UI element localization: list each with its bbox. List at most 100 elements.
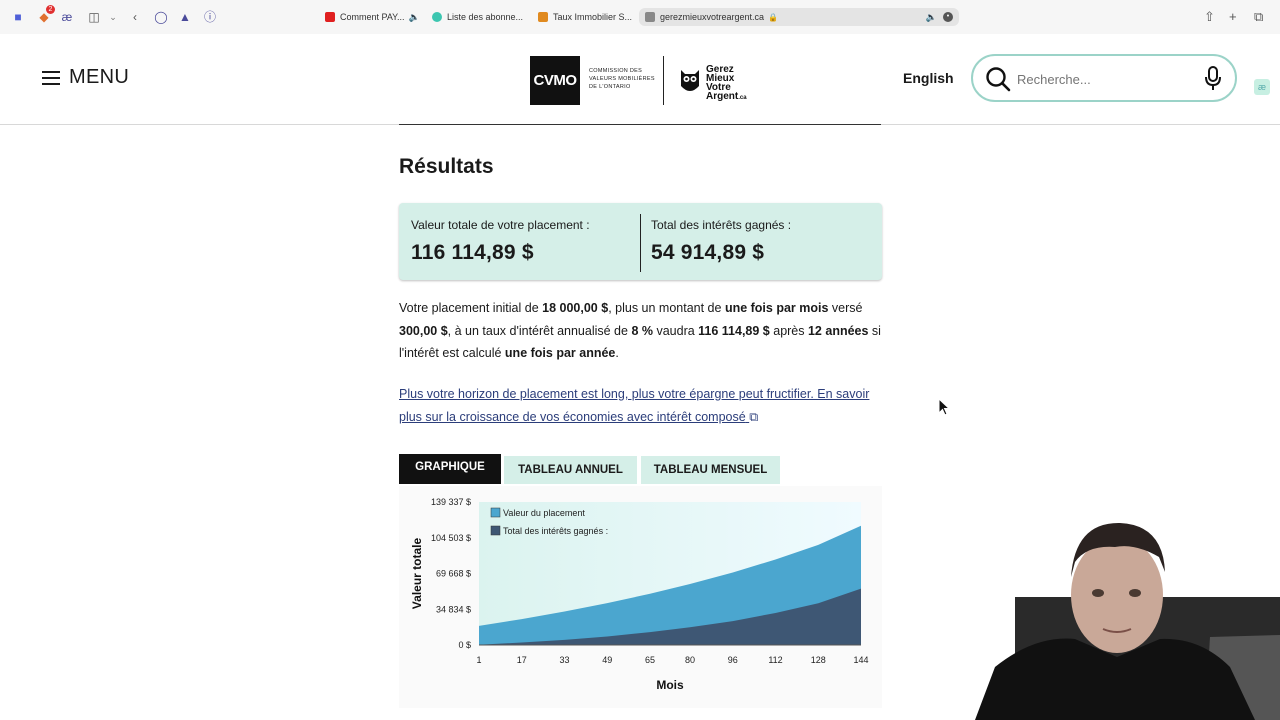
tab-liste-abonnes[interactable]: Liste des abonne...	[432, 8, 523, 26]
browser-toolbar: ■ ◆ 2 æ ◫ ⌄ ‹ ◯ ▲ ⓘ Comment PAY... 🔈 Lis…	[0, 0, 1280, 34]
tab-comment-pay[interactable]: Comment PAY... 🔈	[325, 8, 420, 26]
chevron-down-icon[interactable]: ⌄	[105, 9, 121, 25]
external-link-icon: ⧉	[749, 410, 759, 424]
logo-divider	[663, 56, 664, 105]
ae-extension-icon[interactable]: æ	[59, 9, 75, 25]
y-tick-label: 139 337 $	[431, 497, 471, 507]
mouse-cursor-icon	[938, 398, 950, 416]
summary-text: , à un taux d'intérêt annualisé de	[447, 323, 632, 338]
summary-paragraph: Votre placement initial de 18 000,00 $, …	[399, 297, 884, 365]
summary-compounding: une fois par année	[504, 346, 616, 360]
tab-label: Liste des abonne...	[447, 12, 524, 22]
summary-text: vaudra	[652, 323, 699, 338]
total-value-block: Valeur totale de votre placement : 116 1…	[411, 218, 590, 265]
summary-frequency: une fois par mois	[724, 301, 829, 315]
summary-text: après	[769, 323, 808, 338]
interest-label: Total des intérêts gagnés :	[651, 218, 792, 232]
tab-graphique[interactable]: GRAPHIQUE	[399, 454, 501, 484]
menu-button[interactable]: MENU	[42, 66, 129, 89]
tab-tableau-mensuel[interactable]: TABLEAU MENSUEL	[641, 456, 780, 484]
summary-final: 116 114,89 $	[698, 323, 770, 338]
tab-label: gerezmieuxvotreargent.ca	[660, 12, 765, 22]
owl-logo-icon	[681, 70, 699, 91]
webcam-overlay	[975, 522, 1280, 720]
language-link[interactable]: English	[903, 70, 954, 86]
x-tick-label: 128	[811, 655, 826, 665]
y-axis-label: Valeur totale	[410, 538, 424, 610]
more-icon[interactable]: •	[943, 12, 953, 22]
hamburger-icon	[42, 70, 60, 85]
legend-label: Valeur du placement	[503, 508, 585, 518]
x-tick-label: 96	[728, 655, 738, 665]
chart-svg: 0 $ 34 834 $ 69 668 $ 104 503 $ 139 337 $ 1 17…	[410, 497, 869, 692]
link-text: Plus votre horizon de placement est long…	[399, 387, 870, 424]
results-title: Résultats	[399, 155, 494, 178]
ae-badge[interactable]: æ	[1254, 79, 1270, 95]
summary-contribution: 300,00 $	[399, 323, 448, 338]
x-tick-label: 112	[768, 655, 782, 665]
tab-overview-icon[interactable]: ⧉	[1254, 9, 1263, 25]
house-favicon-icon	[538, 12, 548, 22]
sidebar-toggle-icon[interactable]: ◫	[86, 9, 102, 25]
speaker-icon[interactable]: 🔈	[409, 12, 420, 23]
flask-icon[interactable]: ▲	[177, 9, 193, 25]
summary-initial: 18 000,00 $	[542, 301, 609, 315]
summary-text: , plus un montant de	[608, 301, 725, 315]
total-value-amount: 116 114,89 $	[411, 241, 534, 264]
search-box	[971, 54, 1237, 102]
summary-text: versé	[828, 301, 863, 315]
back-icon[interactable]: ‹	[127, 9, 143, 25]
site-favicon-icon	[432, 12, 442, 22]
cvmo-text-line: COMMISSION DES	[589, 68, 643, 74]
microphone-icon[interactable]	[1204, 66, 1222, 92]
summary-rate: 8 %	[631, 323, 653, 338]
summary-text: .	[615, 346, 619, 360]
site-header: MENU CVMO COMMISSION DES VALEURS MOBILIÈ…	[0, 34, 1280, 125]
x-tick-label: 33	[559, 655, 569, 665]
y-tick-label: 69 668 $	[436, 569, 471, 579]
gmva-line: Argent	[706, 91, 739, 102]
interest-block: Total des intérêts gagnés : 54 914,89 $	[651, 218, 791, 265]
share-icon[interactable]: ⇧	[1204, 9, 1215, 25]
cvmo-logo[interactable]: CVMO	[530, 56, 580, 105]
cvmo-text-line: DE L'ONTARIO	[589, 84, 631, 90]
gmva-suffix: .ca	[738, 95, 747, 101]
y-tick-label: 0 $	[458, 640, 471, 650]
summary-text: Votre placement initial de	[399, 301, 543, 315]
gmva-logo-text[interactable]: Gerez Mieux Votre Argent.ca	[706, 65, 747, 103]
y-tick-label: 34 834 $	[436, 604, 471, 614]
extension-shield-icon[interactable]: ■	[10, 9, 26, 25]
new-tab-icon[interactable]: +	[1229, 9, 1237, 25]
x-axis-label: Mois	[656, 678, 684, 692]
tab-gerezmieux[interactable]: gerezmieuxvotreargent.ca 🔒 🔈 •	[639, 8, 959, 26]
page-favicon-icon	[645, 12, 655, 22]
info-icon[interactable]: ⓘ	[202, 9, 218, 25]
lock-icon: 🔒	[768, 12, 779, 22]
youtube-favicon-icon	[325, 12, 335, 22]
compound-interest-link[interactable]: Plus votre horizon de placement est long…	[399, 383, 879, 429]
search-icon[interactable]	[985, 66, 1011, 92]
tab-label: Taux Immobilier S...	[553, 12, 633, 22]
legend-swatch	[490, 507, 501, 518]
investment-chart: 0 $ 34 834 $ 69 668 $ 104 503 $ 139 337 $ 1 17…	[399, 486, 882, 708]
results-summary-box: Valeur totale de votre placement : 116 1…	[399, 203, 882, 280]
x-tick-label: 1	[476, 655, 481, 665]
cvmo-text-line: VALEURS MOBILIÈRES	[589, 76, 655, 82]
section-divider	[399, 124, 881, 125]
x-tick-label: 144	[853, 655, 868, 665]
tab-label: Comment PAY...	[340, 12, 405, 22]
tab-tableau-annuel[interactable]: TABLEAU ANNUEL	[504, 456, 637, 484]
notification-badge: 2	[46, 5, 55, 14]
search-input[interactable]	[1017, 68, 1197, 90]
summary-years: 12 années	[807, 323, 869, 338]
cvmo-logo-text: COMMISSION DES VALEURS MOBILIÈRES DE L'O…	[589, 67, 655, 91]
x-tick-label: 80	[685, 655, 695, 665]
total-value-label: Valeur totale de votre placement :	[411, 218, 590, 232]
speaker-icon[interactable]: 🔈	[926, 12, 937, 23]
shield-icon[interactable]: ◯	[153, 9, 169, 25]
results-divider	[640, 214, 641, 272]
tab-taux-immobilier[interactable]: Taux Immobilier S...	[538, 8, 632, 26]
y-tick-label: 104 503 $	[431, 533, 471, 543]
x-tick-label: 65	[645, 655, 655, 665]
legend-label: Total des intérêts gagnés :	[503, 526, 608, 536]
